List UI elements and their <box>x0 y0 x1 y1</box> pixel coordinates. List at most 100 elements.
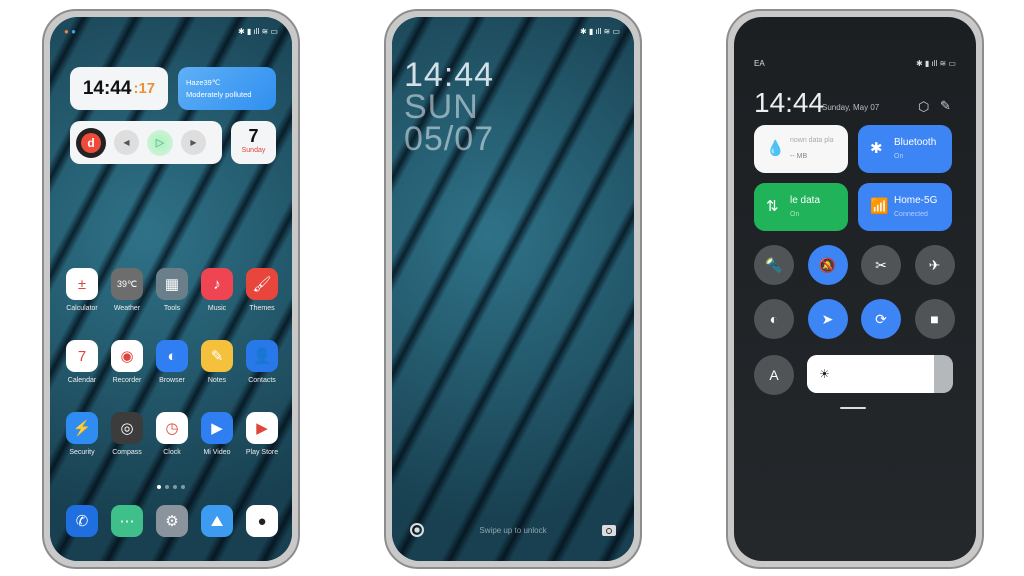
app-label: Notes <box>207 377 227 384</box>
app-icon: 🖌 <box>246 268 278 300</box>
tile-2[interactable]: ⇅ le data On <box>754 183 848 231</box>
status-bar: EA ✱ ▮ ıll ≋ ▭ <box>754 57 956 69</box>
app-tools[interactable]: ▦ Tools <box>150 268 194 312</box>
reading-mode-toggle[interactable]: ◐ <box>754 299 794 339</box>
weather-widget[interactable]: Haze39℃ Moderately polluted <box>178 67 276 110</box>
tile-3[interactable]: 📶 Home-5G Connected <box>858 183 952 231</box>
messages-icon[interactable]: ⋯ <box>111 505 143 537</box>
app-themes[interactable]: 🖌 Themes <box>240 268 284 312</box>
gallery-icon[interactable]: ⛰ <box>201 505 233 537</box>
tile-icon: 📶 <box>870 198 889 215</box>
lock-time: 14:44 <box>404 56 495 94</box>
settings-icon[interactable]: ⬡ <box>918 99 929 115</box>
location-toggle[interactable]: ➤ <box>807 299 848 339</box>
clock-hm: 14:44 <box>82 77 132 99</box>
app-recorder[interactable]: ◉ Recorder <box>105 340 149 384</box>
tile-title: nown data pla <box>790 137 834 144</box>
phone-home: ● ● ✱ ▮ ıll ≋ ▭ 14:44:17 Haze39℃ Moderate… <box>42 9 300 569</box>
app-clock[interactable]: ◷ Clock <box>150 412 194 456</box>
calendar-weekday: Sunday <box>241 147 266 154</box>
page-dot[interactable] <box>157 485 161 489</box>
app-music[interactable]: ♪ Music <box>195 268 239 312</box>
status-bar: ● ● ✱ ▮ ıll ≋ ▭ <box>64 25 278 37</box>
home-screen: ● ● ✱ ▮ ıll ≋ ▭ 14:44:17 Haze39℃ Moderate… <box>50 17 292 561</box>
previous-button[interactable]: ◀ <box>114 130 139 155</box>
app-icon: ◐ <box>156 340 188 372</box>
tile-title: Home-5G <box>894 195 938 206</box>
app-label: Security <box>69 449 95 456</box>
camera-icon[interactable] <box>602 525 616 536</box>
flashlight-toggle[interactable]: 🔦 <box>754 245 794 285</box>
app-notes[interactable]: ✎ Notes <box>195 340 239 384</box>
app-label: Play Store <box>245 449 279 456</box>
tile-subtitle: Connected <box>894 211 928 218</box>
status-icons: ✱ ▮ ıll ≋ ▭ <box>237 26 278 36</box>
page-dot[interactable] <box>173 485 177 489</box>
control-center: EA ✱ ▮ ıll ≋ ▭ 14:44 Sunday, May 07 ⬡ ✎ 💧… <box>734 17 976 561</box>
edit-icon[interactable]: ✎ <box>940 98 951 114</box>
brightness-slider[interactable]: ☀ <box>807 355 953 393</box>
status-icons: ✱ ▮ ıll ≋ ▭ <box>915 58 956 68</box>
tile-icon: ✱ <box>870 140 883 157</box>
tile-icon: ⇅ <box>766 198 779 215</box>
rotation-lock-toggle[interactable]: ⟳ <box>861 299 901 339</box>
next-button[interactable]: ▶ <box>181 130 206 155</box>
calendar-day: 7 <box>248 126 259 146</box>
camera-icon[interactable]: ● <box>246 505 278 537</box>
air-quality: Moderately polluted <box>186 90 252 99</box>
app-label: Browser <box>159 377 185 384</box>
app-label: Clock <box>163 449 181 456</box>
app-contacts[interactable]: 👤 Contacts <box>240 340 284 384</box>
app-browser[interactable]: ◐ Browser <box>150 340 194 384</box>
page-dot[interactable] <box>165 485 169 489</box>
screenshot-toggle[interactable]: ✂ <box>861 245 901 285</box>
app-label: Calculator <box>66 305 98 312</box>
app-icon: ✎ <box>201 340 233 372</box>
app-label: Tools <box>163 305 181 312</box>
lock-date: 05/07 <box>404 120 495 158</box>
app-icon: ± <box>66 268 98 300</box>
app-mi-video[interactable]: ▶ Mi Video <box>195 412 239 456</box>
auto-brightness-button[interactable]: A <box>754 355 794 395</box>
clock-widget[interactable]: 14:44:17 <box>70 67 168 110</box>
calendar-widget[interactable]: 7 Sunday <box>231 121 276 164</box>
drag-handle[interactable] <box>840 407 866 409</box>
status-bar: ✱ ▮ ıll ≋ ▭ <box>406 25 620 37</box>
app-label: Contacts <box>248 377 276 384</box>
music-widget[interactable]: d ◀ ▷ ▶ <box>70 121 222 164</box>
auto-brightness-label: A <box>769 367 779 383</box>
settings-icon[interactable]: ⚙ <box>156 505 188 537</box>
app-label: Themes <box>249 305 275 312</box>
app-calendar[interactable]: 7 Calendar <box>60 340 104 384</box>
tile-subtitle: On <box>894 153 904 160</box>
music-app-icon[interactable]: d <box>76 127 106 158</box>
app-security[interactable]: ⚡ Security <box>60 412 104 456</box>
weather-condition: Haze39℃ <box>186 78 221 87</box>
app-label: Weather <box>113 305 141 312</box>
app-icon: ⚡ <box>66 412 98 444</box>
app-compass[interactable]: ◎ Compass <box>105 412 149 456</box>
app-calculator[interactable]: ± Calculator <box>60 268 104 312</box>
tile-title: Bluetooth <box>894 137 937 148</box>
app-icon: 39℃ <box>111 268 143 300</box>
tile-1[interactable]: ✱ Bluetooth On <box>858 125 952 173</box>
lock-day: SUN <box>404 88 479 126</box>
mute-toggle[interactable]: 🔕 <box>807 245 848 285</box>
page-dot[interactable] <box>181 485 185 489</box>
phone-icon[interactable]: ✆ <box>66 505 98 537</box>
app-label: Mi Video <box>203 449 231 456</box>
app-icon: ▦ <box>156 268 188 300</box>
page-indicator[interactable] <box>50 485 292 489</box>
airplane-toggle[interactable]: ✈ <box>914 245 955 285</box>
phone-lock: ✱ ▮ ıll ≋ ▭ 14:44 SUN 05/07 Swipe up to … <box>384 9 642 569</box>
app-label: Recorder <box>112 377 142 384</box>
notification-icons: ● ● <box>64 26 76 36</box>
tile-0[interactable]: 💧 nown data pla -- MB <box>754 125 848 173</box>
screen-recorder-toggle[interactable]: ■ <box>914 299 955 339</box>
app-label: Compass <box>112 449 142 456</box>
app-weather[interactable]: 39℃ Weather <box>105 268 149 312</box>
app-play-store[interactable]: ▶ Play Store <box>240 412 284 456</box>
tile-icon: 💧 <box>766 140 785 157</box>
play-button[interactable]: ▷ <box>147 129 173 156</box>
tile-subtitle: On <box>790 211 800 218</box>
